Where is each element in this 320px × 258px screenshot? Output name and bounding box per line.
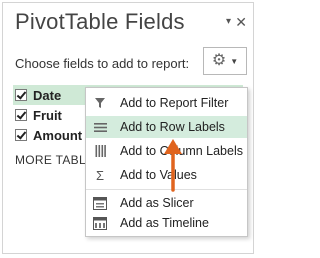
sigma-icon: Σ xyxy=(92,167,108,183)
pane-title: PivotTable Fields xyxy=(15,9,185,34)
menu-item-add-to-report-filter[interactable]: Add to Report Filter xyxy=(86,92,247,114)
menu-item-add-as-slicer[interactable]: Add as Slicer xyxy=(86,192,247,214)
timeline-icon xyxy=(92,215,108,231)
menu-item-label: Add to Row Labels xyxy=(120,120,225,134)
slicer-icon xyxy=(92,195,108,211)
filter-icon xyxy=(92,95,108,111)
menu-item-label: Add to Values xyxy=(120,168,197,182)
field-row-amount[interactable]: Amount xyxy=(13,125,82,145)
pane-options-caret-icon[interactable]: ▾ xyxy=(226,16,231,27)
field-label: Fruit xyxy=(33,107,62,123)
menu-item-add-to-values[interactable]: Σ Add to Values xyxy=(86,164,247,186)
checkbox-amount[interactable] xyxy=(15,129,27,141)
menu-item-add-to-row-labels[interactable]: Add to Row Labels xyxy=(86,116,247,138)
menu-item-label: Add as Timeline xyxy=(120,216,209,230)
field-context-menu: Add to Report Filter Add to Row Labels A… xyxy=(85,87,248,237)
menu-item-label: Add to Column Labels xyxy=(120,144,243,158)
column-labels-icon xyxy=(92,143,108,159)
menu-separator xyxy=(86,189,247,190)
field-label: Date xyxy=(33,87,62,103)
gear-icon: ⚙ xyxy=(211,52,227,69)
sigma-glyph: Σ xyxy=(95,167,105,183)
menu-item-add-as-timeline[interactable]: Add as Timeline xyxy=(86,212,247,234)
chevron-down-icon: ▼ xyxy=(230,56,239,66)
menu-item-label: Add to Report Filter xyxy=(120,96,229,110)
field-label: Amount xyxy=(33,127,83,143)
checkbox-fruit[interactable] xyxy=(15,109,27,121)
row-labels-icon xyxy=(92,119,108,135)
checkbox-date[interactable] xyxy=(15,89,27,101)
menu-item-label: Add as Slicer xyxy=(120,196,194,210)
instruction-text: Choose fields to add to report: xyxy=(15,56,190,71)
field-settings-button[interactable]: ⚙ ▼ xyxy=(203,47,247,75)
menu-item-add-to-column-labels[interactable]: Add to Column Labels xyxy=(86,140,247,162)
field-row-fruit[interactable]: Fruit xyxy=(13,105,62,125)
close-icon[interactable]: ✕ xyxy=(235,14,247,31)
